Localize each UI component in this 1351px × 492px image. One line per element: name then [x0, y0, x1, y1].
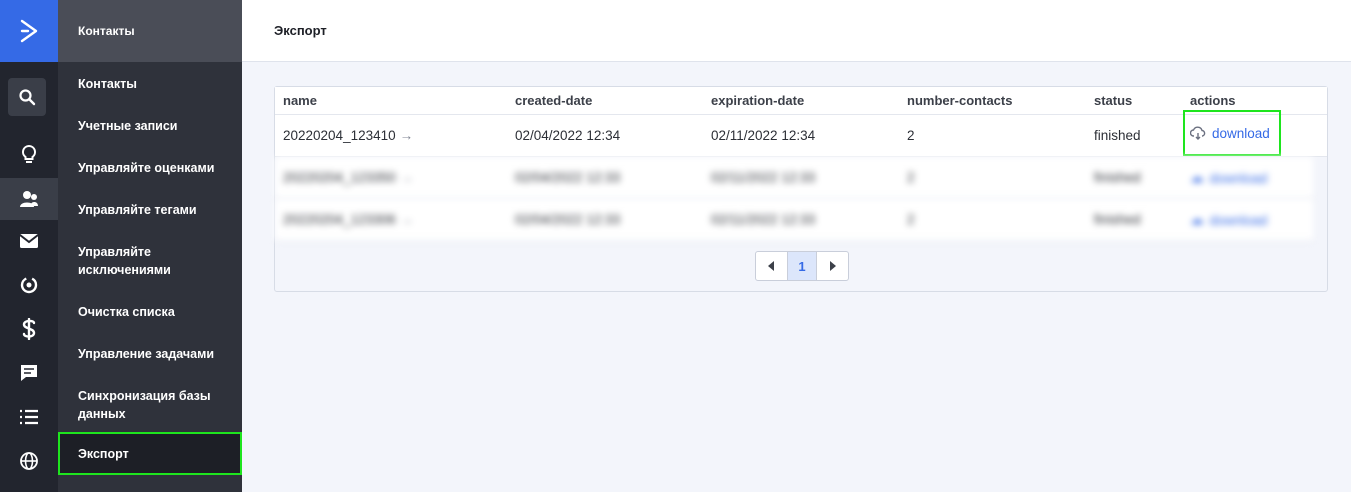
- download-label: download: [1212, 125, 1270, 141]
- search-icon: [19, 89, 36, 106]
- col-created-date[interactable]: created-date: [515, 93, 592, 108]
- automation-icon: [20, 276, 38, 294]
- pagination: 1: [755, 251, 849, 281]
- export-name-link[interactable]: 20220204_123306 →: [283, 212, 413, 227]
- expiration-date: 02/11/2022 12:33: [711, 170, 816, 185]
- status: finished: [1094, 212, 1141, 227]
- nav-item-scores[interactable]: Управляйте оценками: [58, 159, 242, 177]
- page-header: Экспорт: [242, 0, 1351, 62]
- status: finished: [1094, 170, 1141, 185]
- table-row: 20220204_123410 → 02/04/2022 12:34 02/11/…: [275, 115, 1327, 157]
- nav-section-title: Контакты: [58, 0, 242, 62]
- dollar-icon: [22, 318, 36, 340]
- table-row: 20220204_123350 → 02/04/2022 12:33 02/11/…: [275, 157, 1313, 199]
- cloud-download-icon: [1190, 126, 1206, 140]
- col-name[interactable]: name: [283, 93, 317, 108]
- table-header: name created-date expiration-date number…: [275, 87, 1327, 115]
- nav-item-exclusions[interactable]: Управляйте исключениями: [58, 243, 198, 279]
- rail-campaigns[interactable]: [0, 222, 58, 260]
- expiration-date: 02/11/2022 12:34: [711, 128, 816, 143]
- export-table: name created-date expiration-date number…: [274, 86, 1328, 292]
- created-date: 02/04/2022 12:34: [515, 128, 621, 143]
- globe-icon: [20, 452, 38, 470]
- rail-conversations[interactable]: [0, 354, 58, 392]
- page-title: Экспорт: [274, 23, 327, 38]
- nav-item-tasks[interactable]: Управление задачами: [58, 345, 242, 363]
- rail-deals[interactable]: [0, 310, 58, 348]
- col-status[interactable]: status: [1094, 93, 1132, 108]
- download-button[interactable]: download: [1183, 110, 1281, 156]
- sub-navigation: Контакты Контакты Учетные записи Управля…: [58, 0, 242, 492]
- logo[interactable]: [0, 0, 58, 62]
- nav-item-list-cleanup[interactable]: Очистка списка: [58, 303, 242, 321]
- nav-item-contacts[interactable]: Контакты: [58, 75, 242, 93]
- table-row: 20220204_123306 → 02/04/2022 12:33 02/11/…: [275, 199, 1313, 241]
- col-actions: actions: [1190, 93, 1236, 108]
- rail-insights[interactable]: [0, 135, 58, 173]
- rail-contacts[interactable]: [0, 178, 58, 220]
- created-date: 02/04/2022 12:33: [515, 212, 621, 227]
- export-name-link[interactable]: 20220204_123410 →: [283, 128, 413, 143]
- download-button[interactable]: ☁ download: [1190, 170, 1267, 186]
- number-contacts: 2: [907, 170, 915, 185]
- page-1-button[interactable]: 1: [786, 252, 818, 280]
- col-number-contacts[interactable]: number-contacts: [907, 93, 1012, 108]
- nav-item-accounts[interactable]: Учетные записи: [58, 117, 242, 135]
- caret-right-icon: [829, 261, 836, 271]
- arrow-right-icon: →: [399, 212, 414, 227]
- lightbulb-icon: [21, 144, 37, 163]
- prev-page-button[interactable]: [756, 252, 787, 280]
- nav-item-export[interactable]: Экспорт: [58, 432, 242, 475]
- search-button[interactable]: [8, 78, 46, 116]
- next-page-button[interactable]: [817, 252, 848, 280]
- icon-rail: [0, 0, 58, 492]
- export-name-link[interactable]: 20220204_123350 →: [283, 170, 413, 185]
- number-contacts: 2: [907, 128, 915, 143]
- list-icon: [20, 409, 38, 425]
- nav-item-tags[interactable]: Управляйте тегами: [58, 201, 242, 219]
- download-button[interactable]: ☁ download: [1190, 212, 1267, 228]
- arrow-right-icon: →: [399, 128, 414, 143]
- rail-automations[interactable]: [0, 266, 58, 304]
- caret-left-icon: [768, 261, 775, 271]
- rail-lists[interactable]: [0, 398, 58, 436]
- number-contacts: 2: [907, 212, 915, 227]
- cloud-download-icon: ☁: [1190, 170, 1204, 185]
- chat-icon: [21, 365, 37, 381]
- arrow-right-icon: →: [399, 170, 414, 185]
- nav-item-db-sync[interactable]: Синхронизация базы данных: [58, 387, 218, 423]
- mail-icon: [19, 234, 39, 248]
- created-date: 02/04/2022 12:33: [515, 170, 621, 185]
- cloud-download-icon: ☁: [1190, 212, 1204, 227]
- logo-chevron-icon: [20, 19, 38, 43]
- status: finished: [1094, 128, 1141, 143]
- col-expiration-date[interactable]: expiration-date: [711, 93, 804, 108]
- rail-website[interactable]: [0, 442, 58, 480]
- contacts-icon: [20, 191, 38, 207]
- expiration-date: 02/11/2022 12:33: [711, 212, 816, 227]
